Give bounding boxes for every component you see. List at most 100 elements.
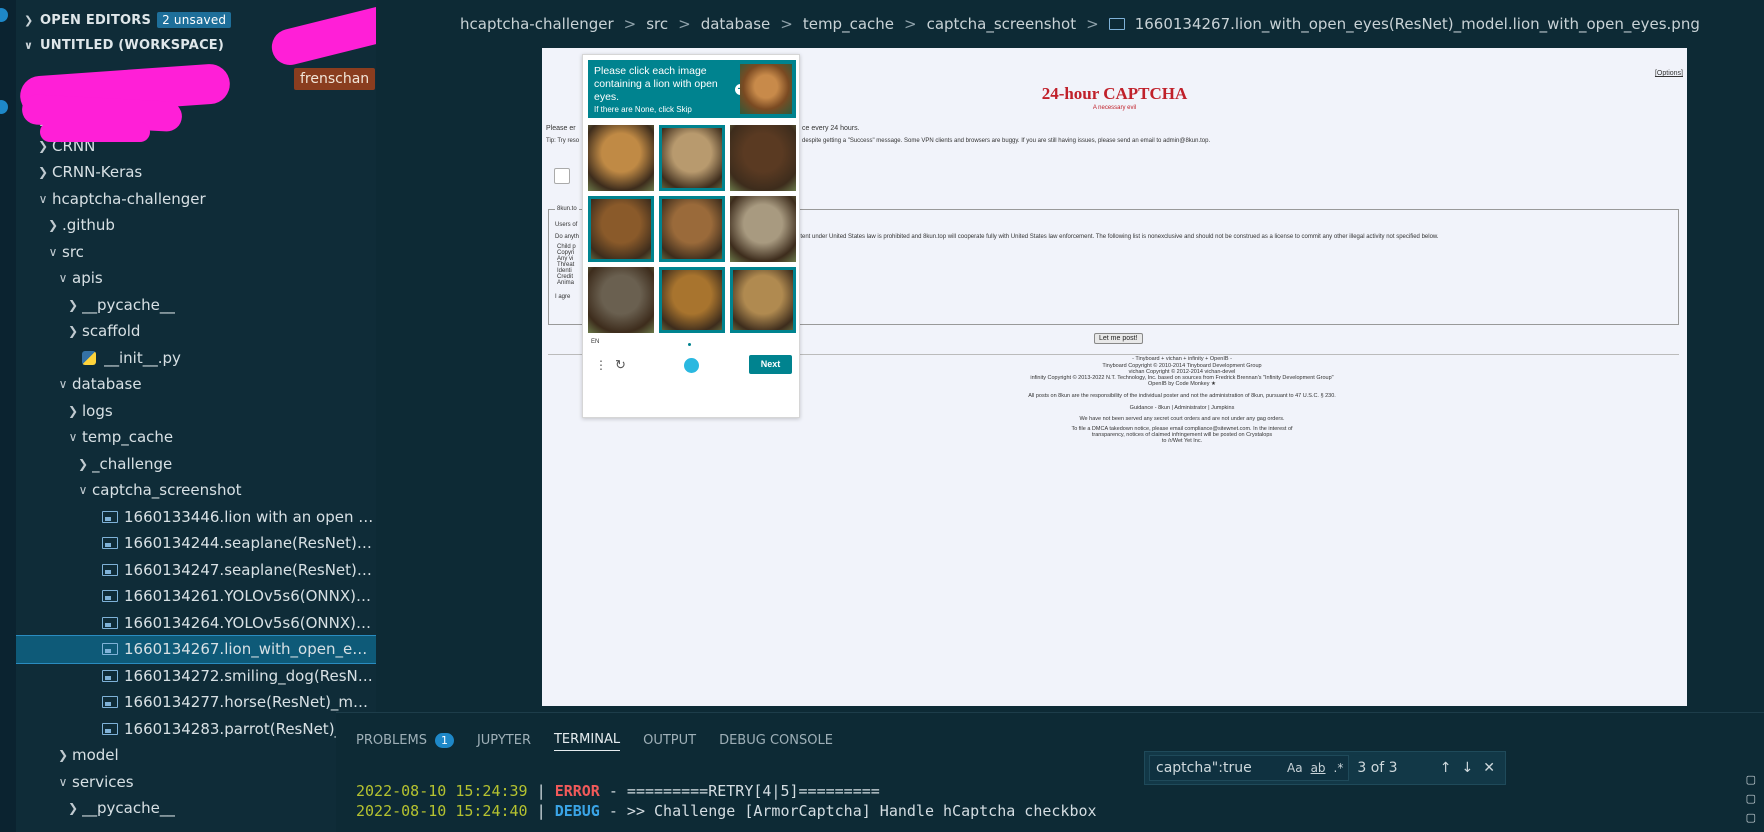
panel-tab[interactable]: TERMINAL <box>553 729 621 751</box>
tree-item-label: captcha_screenshot <box>92 481 242 500</box>
tree-folder[interactable]: ❯ model <box>16 742 376 769</box>
tree-file[interactable]: 1660134264.YOLOv5s6(ONNX)_m... <box>16 610 376 637</box>
terminal-instance-icon[interactable]: ▢ <box>1746 773 1756 786</box>
source-control-icon[interactable] <box>0 100 8 114</box>
terminal-find-widget: captcha":true Aa ab .* 3 of 3 ↑ ↓ ✕ <box>1144 751 1506 785</box>
tree-folder[interactable]: ❯ .github <box>16 212 376 239</box>
terminal-output[interactable]: 2022-08-10 15:24:39 | ERROR - =========R… <box>356 781 1097 821</box>
tree-folder[interactable]: ∨ hcaptcha-challenger <box>16 186 376 213</box>
breadcrumb-item[interactable]: database <box>701 15 771 33</box>
chevron-down-icon: ∨ <box>58 377 68 392</box>
panel-tab[interactable]: OUTPUT <box>643 729 696 751</box>
breadcrumb-file[interactable]: 1660134267.lion_with_open_eyes(ResNet)_m… <box>1135 15 1700 33</box>
tree-item-label: apis <box>72 269 103 288</box>
find-result-count: 3 of 3 <box>1357 760 1398 776</box>
refresh-icon[interactable]: ↻ <box>615 357 626 373</box>
tree-folder[interactable]: ∨ apis <box>16 265 376 292</box>
captcha-tile[interactable] <box>659 267 725 333</box>
image-file-icon <box>102 643 118 656</box>
captcha-tile[interactable] <box>730 125 796 191</box>
tree-folder[interactable]: ❯ CRNN-Keras <box>16 159 376 186</box>
arrow-down-icon[interactable]: ↓ <box>1462 760 1474 776</box>
tree-item-label: __pycache__ <box>82 295 175 314</box>
terminal-instance-icon[interactable]: ▢ <box>1746 811 1756 824</box>
breadcrumb-item[interactable]: src <box>646 15 668 33</box>
tree-file[interactable]: 1660134283.parrot(ResNet)_model... <box>16 716 376 743</box>
tree-folder[interactable]: ❯ scaffold <box>16 318 376 345</box>
captcha-tile[interactable] <box>659 196 725 262</box>
close-icon[interactable]: ✕ <box>1483 760 1495 776</box>
breadcrumb-item[interactable]: temp_cache <box>803 15 894 33</box>
problems-count-badge: 1 <box>434 732 454 748</box>
chevron-right-icon: ❯ <box>47 218 59 233</box>
breadcrumb-item[interactable]: hcaptcha-challenger <box>460 15 614 33</box>
panel-tab[interactable]: JUPYTER <box>477 729 531 751</box>
tree-folder[interactable]: ❯ _challenge <box>16 451 376 478</box>
let-me-post-button[interactable]: Let me post! <box>1094 333 1143 344</box>
notice-law: ntent under United States law is prohibi… <box>797 234 1439 240</box>
breadcrumb-separator: > <box>1086 15 1099 33</box>
tree-file[interactable]: 1660134267.lion_with_open_eyes(... <box>16 635 376 664</box>
match-case-icon[interactable]: Aa <box>1287 761 1303 775</box>
log-timestamp: 2022-08-10 15:24:40 <box>356 802 528 820</box>
tree-folder[interactable]: ❯ __pycache__ <box>16 292 376 319</box>
captcha-tile[interactable] <box>659 125 725 191</box>
breadcrumb-item[interactable]: captcha_screenshot <box>927 15 1077 33</box>
tree-file[interactable]: 1660134247.seaplane(ResNet)_mo... <box>16 557 376 584</box>
python-file-icon <box>82 350 96 365</box>
terminal-instance-icon[interactable]: ▢ <box>1746 792 1756 805</box>
captcha-checkbox[interactable] <box>554 168 570 184</box>
tree-folder[interactable]: ∨ temp_cache <box>16 424 376 451</box>
chevron-down-icon: ∨ <box>58 271 68 286</box>
open-editors-label: OPEN EDITORS <box>40 12 152 28</box>
tree-item-label: 1660134267.lion_with_open_eyes(... <box>124 640 376 659</box>
tree-item-label: 1660134244.seaplane(ResNet)_mo... <box>124 534 376 553</box>
captcha-tile[interactable] <box>730 196 796 262</box>
tree-file[interactable]: __init__.py <box>16 345 376 372</box>
footer-line: We have not been served any secret court… <box>1079 416 1285 422</box>
options-link: [Options] <box>1654 70 1683 77</box>
tree-item-label: model <box>72 746 119 765</box>
panel-tab[interactable]: PROBLEMS 1 <box>356 729 454 751</box>
language-selector[interactable]: EN <box>591 339 599 345</box>
tree-folder[interactable]: ∨ database <box>16 371 376 398</box>
tree-folder[interactable]: ∨ captcha_screenshot <box>16 477 376 504</box>
panel-tab[interactable]: DEBUG CONSOLE <box>719 729 833 751</box>
arrow-up-icon[interactable]: ↑ <box>1440 760 1452 776</box>
captcha-tile[interactable] <box>588 267 654 333</box>
tree-file[interactable]: 1660134244.seaplane(ResNet)_mo... <box>16 530 376 557</box>
footer-line: - Tinyboard + vichan + infinity + OpenIB… <box>1132 356 1232 362</box>
chevron-right-icon: ❯ <box>77 456 89 471</box>
tip-text-tail: despite getting a "Success" message. Som… <box>802 138 1211 144</box>
agree-checkbox-label[interactable]: I agre <box>555 294 570 300</box>
tree-folder[interactable]: ❯ __pycache__ <box>16 795 376 822</box>
chevron-right-icon: ❯ <box>37 165 49 180</box>
image-file-icon <box>102 510 118 523</box>
account-icon[interactable] <box>0 8 8 22</box>
image-file-icon <box>102 563 118 576</box>
tree-file[interactable]: 1660134261.YOLOv5s6(ONNX)_mo... <box>16 583 376 610</box>
captcha-tile[interactable] <box>730 267 796 333</box>
chevron-down-icon: ∨ <box>24 38 34 52</box>
chevron-right-icon: ❯ <box>67 801 79 816</box>
tree-item-label: __pycache__ <box>82 799 175 818</box>
tree-item-label: hcaptcha-challenger <box>52 189 206 208</box>
tree-file[interactable]: 1660134272.smiling_dog(ResNet)_... <box>16 663 376 690</box>
image-file-icon <box>102 696 118 709</box>
image-preview: [Options] 24-hour CAPTCHA A necessary ev… <box>542 48 1687 706</box>
log-level: DEBUG <box>554 802 600 820</box>
tree-folder[interactable]: ∨ services <box>16 769 376 796</box>
regex-icon[interactable]: .* <box>1334 761 1344 775</box>
match-word-icon[interactable]: ab <box>1311 761 1326 775</box>
tree-folder[interactable]: ❯ logs <box>16 398 376 425</box>
next-button[interactable]: Next <box>749 355 792 374</box>
tip-text: Tip: Try reso <box>546 138 580 144</box>
tree-folder[interactable]: ∨ src <box>16 239 376 266</box>
captcha-tile[interactable] <box>588 125 654 191</box>
tree-file[interactable]: 1660134277.horse(ResNet)_model.... <box>16 689 376 716</box>
captcha-tile[interactable] <box>588 196 654 262</box>
tree-file[interactable]: 1660133446.lion with an open mou... <box>16 504 376 531</box>
captcha-prompt: Please click each image containing a lio… <box>594 65 718 103</box>
menu-icon[interactable]: ⋮ <box>595 358 607 372</box>
chevron-right-icon: ❯ <box>67 403 79 418</box>
